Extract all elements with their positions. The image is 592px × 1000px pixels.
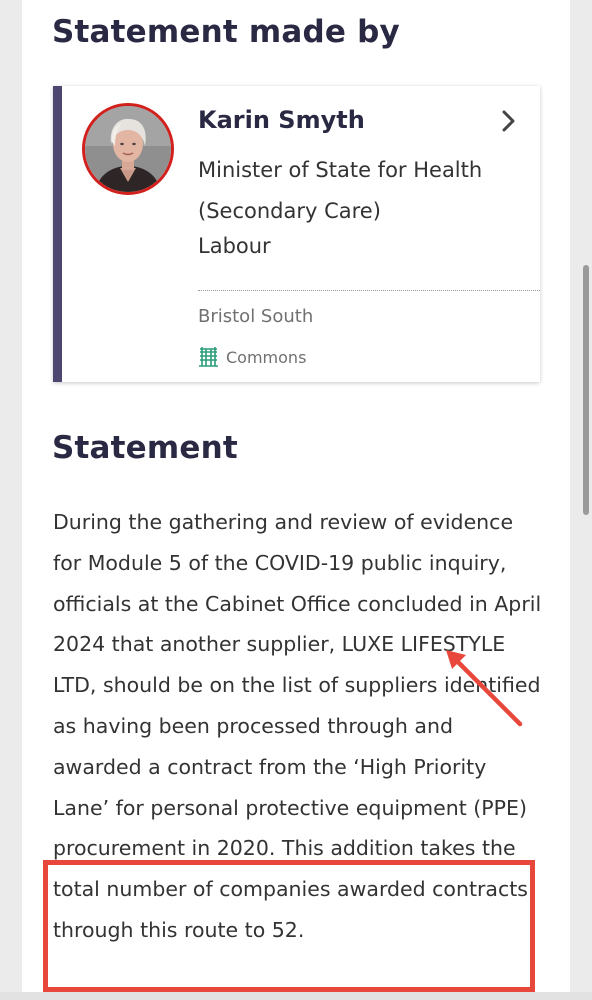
annotation-arrow-icon	[446, 650, 523, 727]
